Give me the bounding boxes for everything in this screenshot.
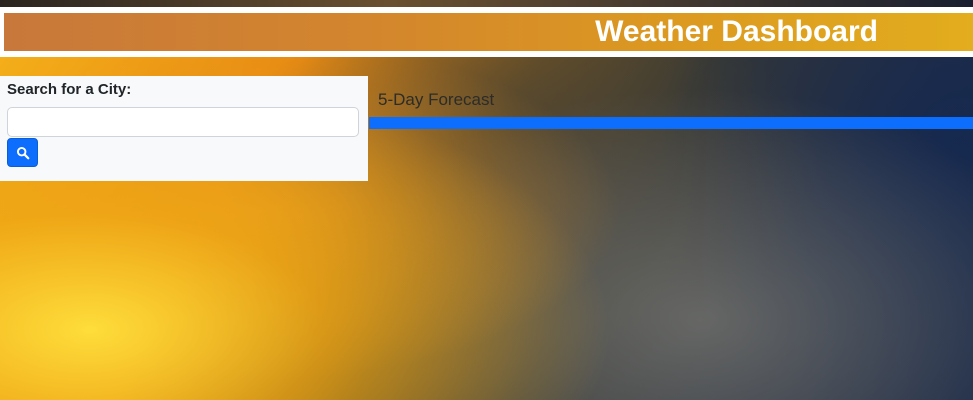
page-header: Weather Dashboard xyxy=(0,7,973,57)
forecast-divider xyxy=(369,117,973,129)
page-title: Weather Dashboard xyxy=(595,15,878,48)
top-edge-strip xyxy=(0,0,973,7)
forecast-heading: 5-Day Forecast xyxy=(378,90,495,109)
search-icon xyxy=(16,146,30,160)
city-search-input[interactable] xyxy=(7,107,359,137)
search-label: Search for a City: xyxy=(7,81,132,98)
search-button[interactable] xyxy=(7,138,38,167)
search-panel: Search for a City: xyxy=(0,76,368,181)
header-banner: Weather Dashboard xyxy=(4,13,973,51)
